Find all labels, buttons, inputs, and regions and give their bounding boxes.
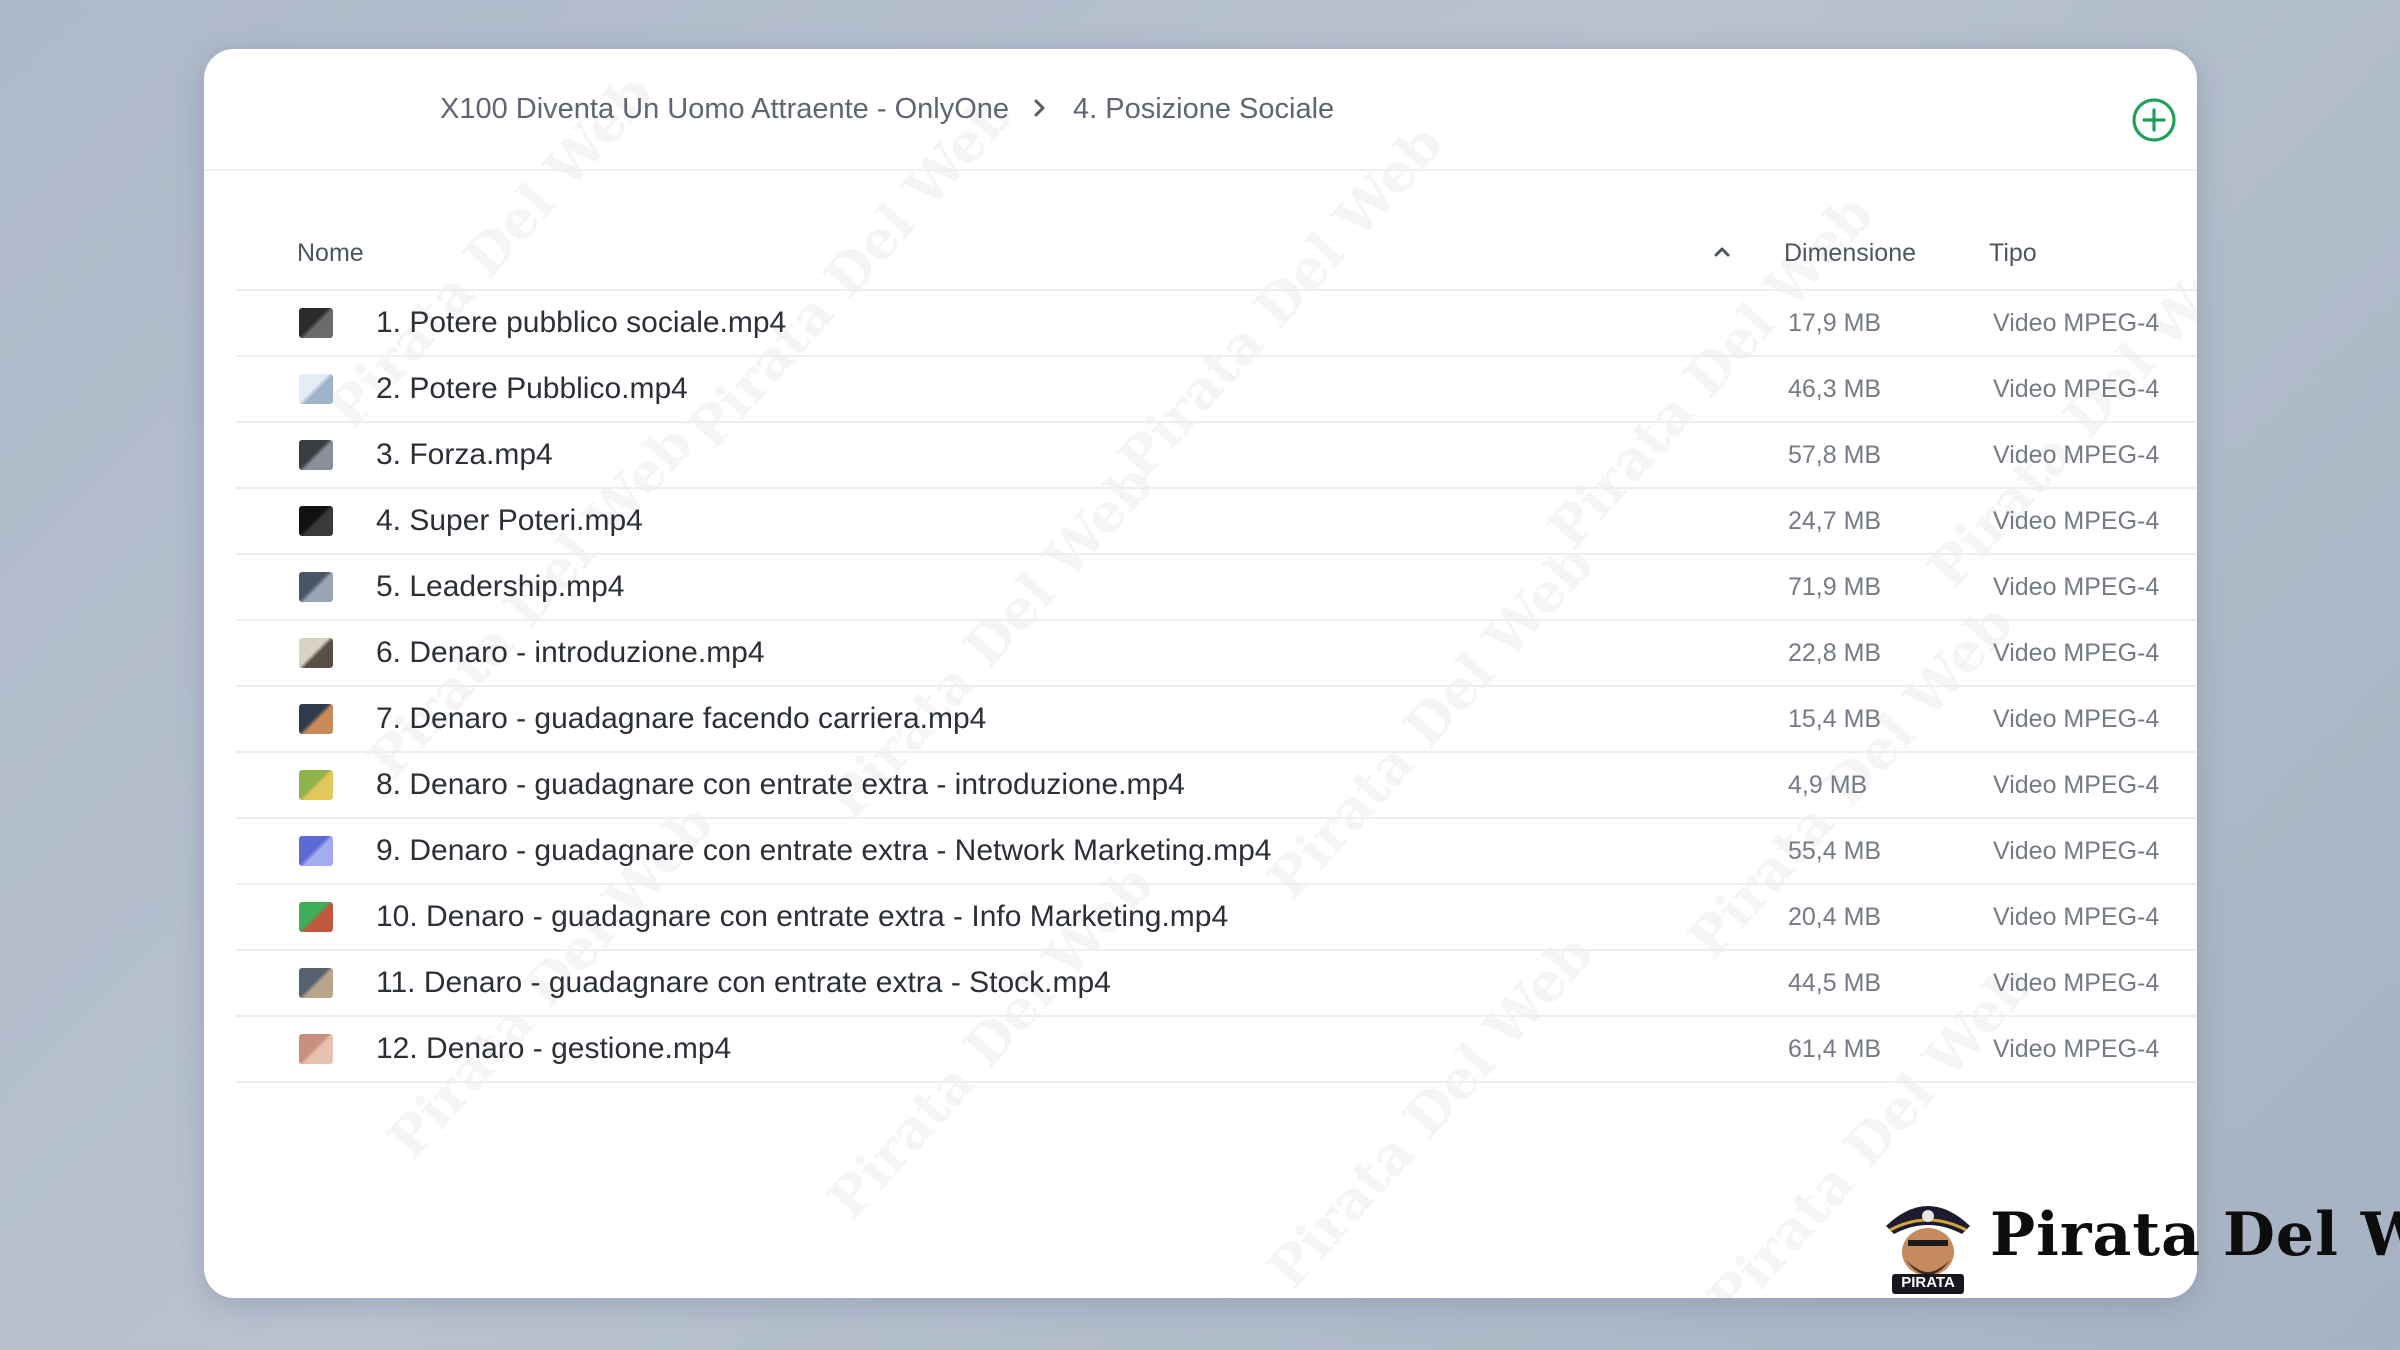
file-type: Video MPEG-4 — [1993, 705, 2160, 733]
video-thumbnail — [299, 770, 333, 800]
plus-circle-icon — [2132, 98, 2176, 142]
video-thumbnail — [299, 902, 333, 932]
file-type: Video MPEG-4 — [1993, 1035, 2160, 1063]
file-name: 10. Denaro - guadagnare con entrate extr… — [376, 900, 1229, 933]
file-name: 7. Denaro - guadagnare facendo carriera.… — [376, 702, 987, 735]
file-name: 8. Denaro - guadagnare con entrate extra… — [376, 768, 1185, 801]
chevron-right-icon — [1033, 94, 1047, 125]
video-thumbnail — [299, 308, 333, 338]
file-size: 46,3 MB — [1788, 375, 1882, 403]
file-size: 44,5 MB — [1788, 969, 1882, 997]
table-row[interactable]: 7. Denaro - guadagnare facendo carriera.… — [236, 687, 2197, 753]
file-name: 9. Denaro - guadagnare con entrate extra… — [376, 834, 1272, 867]
file-type: Video MPEG-4 — [1993, 309, 2160, 337]
file-type: Video MPEG-4 — [1993, 573, 2160, 601]
file-name: 5. Leadership.mp4 — [376, 570, 625, 603]
table-row[interactable]: 11. Denaro - guadagnare con entrate extr… — [236, 951, 2197, 1017]
brand-badge: PIRATA — [1901, 1274, 1955, 1291]
file-size: 57,8 MB — [1788, 441, 1882, 469]
file-name: 11. Denaro - guadagnare con entrate extr… — [376, 966, 1111, 999]
file-type: Video MPEG-4 — [1993, 837, 2160, 865]
table-row[interactable]: 2. Potere Pubblico.mp4 46,3 MB Video MPE… — [236, 357, 2197, 423]
column-header-type[interactable]: Tipo — [1989, 239, 2037, 268]
breadcrumb-parent-link[interactable]: X100 Diventa Un Uomo Attraente - OnlyOne — [440, 93, 1009, 126]
table-row[interactable]: 6. Denaro - introduzione.mp4 22,8 MB Vid… — [236, 621, 2197, 687]
file-type: Video MPEG-4 — [1993, 969, 2160, 997]
table-row[interactable]: 1. Potere pubblico sociale.mp4 17,9 MB V… — [236, 291, 2197, 357]
video-thumbnail — [299, 1034, 333, 1064]
video-thumbnail — [299, 704, 333, 734]
file-size: 55,4 MB — [1788, 837, 1882, 865]
column-header-name[interactable]: Nome — [297, 239, 364, 268]
file-name: 12. Denaro - gestione.mp4 — [376, 1032, 732, 1065]
file-size: 15,4 MB — [1788, 705, 1882, 733]
file-size: 22,8 MB — [1788, 639, 1882, 667]
video-thumbnail — [299, 836, 333, 866]
brand-name: Pirata Del Web — [1990, 1200, 2400, 1270]
file-size: 61,4 MB — [1788, 1035, 1882, 1063]
chevron-up-icon[interactable] — [1712, 244, 1732, 260]
file-browser-window: Pirata Del Web Pirata Del Web Pirata Del… — [204, 49, 2197, 1298]
video-thumbnail — [299, 638, 333, 668]
file-type: Video MPEG-4 — [1993, 507, 2160, 535]
add-button[interactable] — [2131, 97, 2177, 143]
file-name: 3. Forza.mp4 — [376, 438, 553, 471]
table-header: Nome Dimensione Tipo — [204, 169, 2197, 289]
file-type: Video MPEG-4 — [1993, 771, 2160, 799]
breadcrumb: X100 Diventa Un Uomo Attraente - OnlyOne… — [440, 49, 1334, 169]
table-row[interactable]: 9. Denaro - guadagnare con entrate extra… — [236, 819, 2197, 885]
file-name: 2. Potere Pubblico.mp4 — [376, 372, 688, 405]
brand-logo: PIRATA Pirata Del Web — [1878, 1180, 2400, 1305]
column-header-size[interactable]: Dimensione — [1784, 239, 1916, 268]
video-thumbnail — [299, 506, 333, 536]
video-thumbnail — [299, 968, 333, 998]
video-thumbnail — [299, 374, 333, 404]
file-size: 17,9 MB — [1788, 309, 1882, 337]
file-type: Video MPEG-4 — [1993, 375, 2160, 403]
header-bar: X100 Diventa Un Uomo Attraente - OnlyOne… — [204, 49, 2197, 171]
file-type: Video MPEG-4 — [1993, 441, 2160, 469]
file-type: Video MPEG-4 — [1993, 639, 2160, 667]
table-row[interactable]: 4. Super Poteri.mp4 24,7 MB Video MPEG-4 — [236, 489, 2197, 555]
table-row[interactable]: 3. Forza.mp4 57,8 MB Video MPEG-4 — [236, 423, 2197, 489]
file-size: 4,9 MB — [1788, 771, 1868, 799]
file-size: 24,7 MB — [1788, 507, 1882, 535]
file-type: Video MPEG-4 — [1993, 903, 2160, 931]
video-thumbnail — [299, 572, 333, 602]
breadcrumb-current: 4. Posizione Sociale — [1073, 92, 1335, 125]
video-thumbnail — [299, 440, 333, 470]
table-row[interactable]: 5. Leadership.mp4 71,9 MB Video MPEG-4 — [236, 555, 2197, 621]
file-name: 6. Denaro - introduzione.mp4 — [376, 636, 765, 669]
file-size: 20,4 MB — [1788, 903, 1882, 931]
table-row[interactable]: 8. Denaro - guadagnare con entrate extra… — [236, 753, 2197, 819]
file-size: 71,9 MB — [1788, 573, 1882, 601]
table-row[interactable]: 12. Denaro - gestione.mp4 61,4 MB Video … — [236, 1017, 2197, 1083]
file-list: 1. Potere pubblico sociale.mp4 17,9 MB V… — [236, 291, 2197, 1083]
file-name: 1. Potere pubblico sociale.mp4 — [376, 306, 787, 339]
file-name: 4. Super Poteri.mp4 — [376, 504, 643, 537]
table-row[interactable]: 10. Denaro - guadagnare con entrate extr… — [236, 885, 2197, 951]
